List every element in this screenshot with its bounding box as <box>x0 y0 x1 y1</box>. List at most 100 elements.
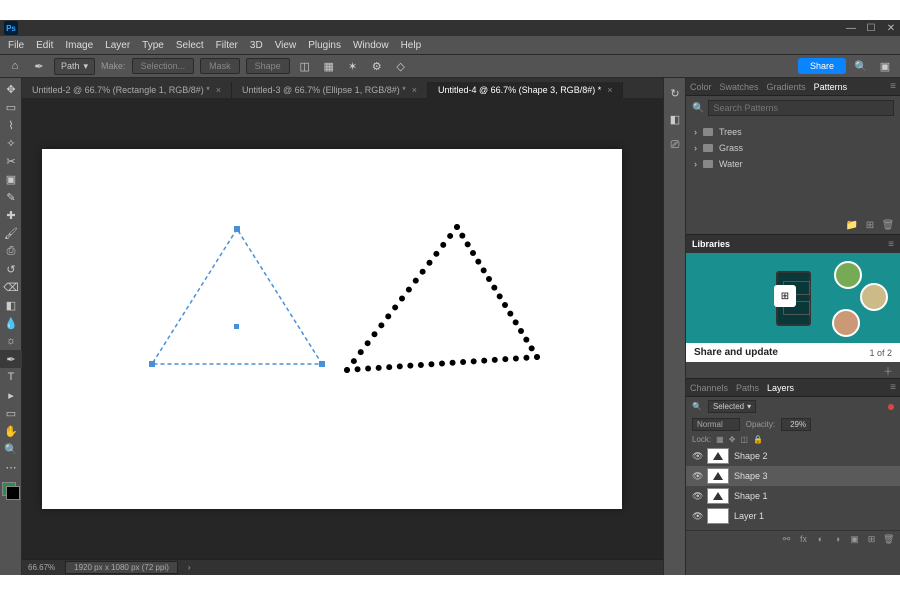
filter-active-indicator[interactable] <box>888 404 894 410</box>
close-icon[interactable]: × <box>607 85 612 95</box>
background-color[interactable] <box>6 486 20 500</box>
marquee-tool[interactable]: ▭ <box>0 98 22 116</box>
canvas-area[interactable] <box>22 98 663 559</box>
layer-thumbnail[interactable] <box>707 508 729 524</box>
new-icon[interactable]: ⊞ <box>864 219 876 231</box>
hand-tool[interactable]: ✋ <box>0 422 22 440</box>
libraries-tab[interactable]: Libraries ≡ <box>686 235 900 253</box>
doc-info[interactable]: 1920 px x 1080 px (72 ppi) <box>65 561 178 574</box>
visibility-icon[interactable]: 👁 <box>692 491 702 501</box>
menu-plugins[interactable]: Plugins <box>308 40 341 51</box>
doc-tab-2[interactable]: Untitled-3 @ 66.7% (Ellipse 1, RGB/8#) *… <box>232 82 428 98</box>
canvas[interactable] <box>42 149 622 509</box>
tab-patterns[interactable]: Patterns <box>814 82 848 92</box>
chevron-right-icon[interactable]: › <box>188 563 191 572</box>
layer-thumbnail[interactable] <box>707 488 729 504</box>
adjustments-icon[interactable]: ⎚ <box>664 136 686 154</box>
pattern-folder-trees[interactable]: ›Trees <box>694 124 892 140</box>
menu-select[interactable]: Select <box>176 40 204 51</box>
minimize-button[interactable]: — <box>846 23 856 33</box>
tab-gradients[interactable]: Gradients <box>767 82 806 92</box>
tab-channels[interactable]: Channels <box>690 383 728 393</box>
make-mask-button[interactable]: Mask <box>200 58 240 74</box>
tab-layers[interactable]: Layers <box>767 383 794 393</box>
history-icon[interactable]: ↻ <box>664 84 686 102</box>
pen-tool[interactable]: ✒ <box>0 350 22 368</box>
color-swatches[interactable] <box>0 480 21 502</box>
dodge-tool[interactable]: ☼ <box>0 332 22 350</box>
layer-item[interactable]: 👁 Shape 1 <box>686 486 900 506</box>
maximize-button[interactable]: ☐ <box>866 23 876 33</box>
lock-artboard-icon[interactable]: ◫ <box>740 435 748 444</box>
group-icon[interactable]: ▣ <box>849 534 860 545</box>
mask-icon[interactable]: ◐ <box>815 534 826 545</box>
zoom-level[interactable]: 66.67% <box>28 563 55 572</box>
brush-tool[interactable]: 🖌 <box>0 224 22 242</box>
type-tool[interactable]: T <box>0 368 22 386</box>
menu-window[interactable]: Window <box>353 40 389 51</box>
gear-icon[interactable]: ⚙ <box>368 57 386 75</box>
edit-toolbar[interactable]: ⋯ <box>0 458 22 476</box>
menu-3d[interactable]: 3D <box>250 40 263 51</box>
search-icon[interactable]: 🔍 <box>852 57 870 75</box>
doc-tab-3[interactable]: Untitled-4 @ 66.7% (Shape 3, RGB/8#) *× <box>428 82 623 98</box>
layer-filter-dropdown[interactable]: Selected ▾ <box>708 400 756 413</box>
path-op-icon[interactable]: ◫ <box>296 57 314 75</box>
panel-menu-icon[interactable]: ≡ <box>888 239 894 250</box>
visibility-icon[interactable]: 👁 <box>692 451 702 461</box>
layer-thumbnail[interactable] <box>707 448 729 464</box>
eyedropper-tool[interactable]: ✎ <box>0 188 22 206</box>
close-icon[interactable]: × <box>216 85 221 95</box>
shape-triangle-selected[interactable] <box>152 229 322 374</box>
lock-position-icon[interactable]: ✥ <box>729 435 736 444</box>
wand-tool[interactable]: ✧ <box>0 134 22 152</box>
path-select-tool[interactable]: ▸ <box>0 386 22 404</box>
link-icon[interactable]: ⚯ <box>781 534 792 545</box>
blur-tool[interactable]: 💧 <box>0 314 22 332</box>
frame-tool[interactable]: ▣ <box>0 170 22 188</box>
make-selection-button[interactable]: Selection... <box>132 58 195 74</box>
add-icon[interactable]: ＋ <box>882 364 894 376</box>
folder-icon[interactable]: 📁 <box>846 219 858 231</box>
pattern-folder-water[interactable]: ›Water <box>694 156 892 172</box>
pattern-folder-grass[interactable]: ›Grass <box>694 140 892 156</box>
trash-icon[interactable]: 🗑 <box>883 534 894 545</box>
align-icon[interactable]: ▦ <box>320 57 338 75</box>
workspace-icon[interactable]: ▣ <box>876 57 894 75</box>
pen-tool-icon[interactable]: ✒ <box>30 57 48 75</box>
fx-icon[interactable]: fx <box>798 534 809 545</box>
trash-icon[interactable]: 🗑 <box>882 219 894 231</box>
tab-swatches[interactable]: Swatches <box>720 82 759 92</box>
heal-tool[interactable]: ✚ <box>0 206 22 224</box>
visibility-icon[interactable]: 👁 <box>692 511 702 521</box>
adjustment-icon[interactable]: ◑ <box>832 534 843 545</box>
opacity-input[interactable]: 29% <box>781 418 811 431</box>
lock-pixels-icon[interactable]: ▦ <box>716 435 724 444</box>
menu-layer[interactable]: Layer <box>105 40 130 51</box>
layer-thumbnail[interactable] <box>707 468 729 484</box>
close-icon[interactable]: × <box>412 85 417 95</box>
blend-mode-dropdown[interactable]: Normal <box>692 418 740 431</box>
home-icon[interactable]: ⌂ <box>6 57 24 75</box>
menu-help[interactable]: Help <box>401 40 422 51</box>
crop-tool[interactable]: ✂ <box>0 152 22 170</box>
arrange-icon[interactable]: ✶ <box>344 57 362 75</box>
shape-tool[interactable]: ▭ <box>0 404 22 422</box>
tab-color[interactable]: Color <box>690 82 712 92</box>
menu-edit[interactable]: Edit <box>36 40 53 51</box>
eraser-tool[interactable]: ⌫ <box>0 278 22 296</box>
layer-item[interactable]: 👁 Shape 2 <box>686 446 900 466</box>
tool-mode-dropdown[interactable]: Path ▾ <box>54 58 95 75</box>
new-layer-icon[interactable]: ⊞ <box>866 534 877 545</box>
menu-view[interactable]: View <box>275 40 297 51</box>
shape-triangle-dotted[interactable] <box>342 227 542 382</box>
layer-item[interactable]: 👁 Layer 1 <box>686 506 900 526</box>
rubber-band-icon[interactable]: ◇ <box>392 57 410 75</box>
doc-tab-1[interactable]: Untitled-2 @ 66.7% (Rectangle 1, RGB/8#)… <box>22 82 232 98</box>
patterns-search-input[interactable] <box>708 100 894 116</box>
history-brush-tool[interactable]: ↺ <box>0 260 22 278</box>
zoom-tool[interactable]: 🔍 <box>0 440 22 458</box>
libraries-promo[interactable]: ⊞ <box>686 253 900 343</box>
stamp-tool[interactable]: ⎙ <box>0 242 22 260</box>
share-button[interactable]: Share <box>798 58 846 74</box>
